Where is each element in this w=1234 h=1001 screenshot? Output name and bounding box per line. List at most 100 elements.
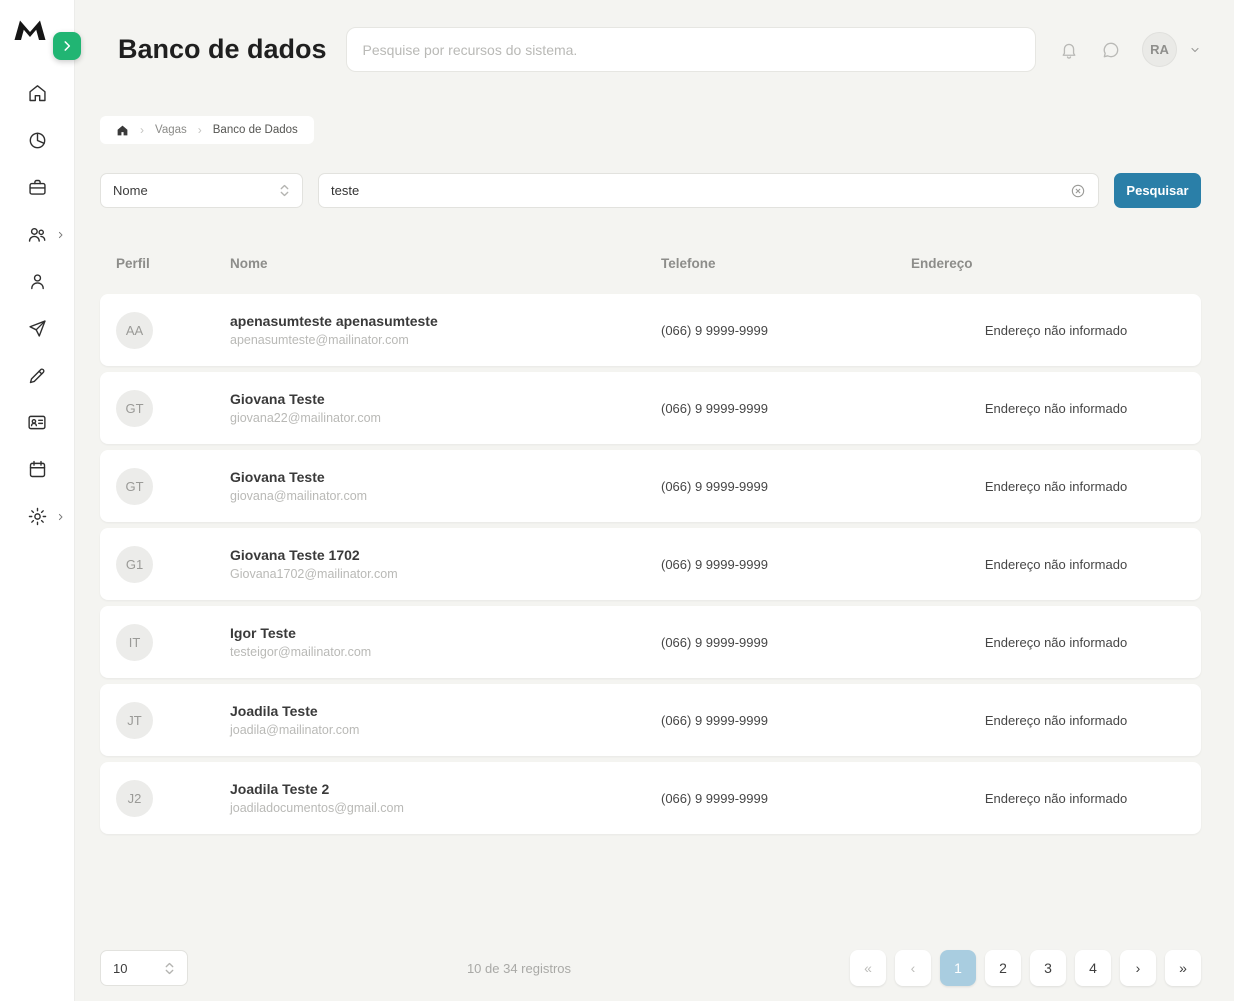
- pagination-page-1[interactable]: 1: [940, 950, 976, 986]
- home-icon: [27, 83, 48, 104]
- profile-cell: GT: [100, 468, 230, 505]
- calendar-icon: [27, 459, 48, 480]
- global-search: [346, 27, 1036, 72]
- header-actions: RA: [1052, 32, 1201, 67]
- name-cell: Giovana Teste giovana@mailinator.com: [230, 469, 661, 503]
- candidate-name: apenasumteste apenasumteste: [230, 313, 661, 329]
- profile-cell: AA: [100, 312, 230, 349]
- sidebar-item-settings[interactable]: [0, 493, 74, 540]
- circle-x-icon: [1070, 183, 1086, 199]
- sidebar-item-contacts[interactable]: [0, 399, 74, 446]
- name-cell: Giovana Teste giovana22@mailinator.com: [230, 391, 661, 425]
- pagination-next-button[interactable]: ›: [1120, 950, 1156, 986]
- search-button[interactable]: Pesquisar: [1114, 173, 1201, 208]
- page-size-value: 10: [113, 961, 127, 976]
- column-header-nome: Nome: [230, 256, 661, 271]
- pagination-prev-button[interactable]: ‹: [895, 950, 931, 986]
- table-row[interactable]: AA apenasumteste apenasumteste apenasumt…: [100, 294, 1201, 366]
- user-icon: [27, 271, 48, 292]
- candidate-name: Joadila Teste: [230, 703, 661, 719]
- pagination-page-2[interactable]: 2: [985, 950, 1021, 986]
- candidate-name: Joadila Teste 2: [230, 781, 661, 797]
- table-row[interactable]: G1 Giovana Teste 1702 Giovana1702@mailin…: [100, 528, 1201, 600]
- send-icon: [27, 318, 48, 339]
- pagination-page-4[interactable]: 4: [1075, 950, 1111, 986]
- profile-cell: J2: [100, 780, 230, 817]
- candidate-list: AA apenasumteste apenasumteste apenasumt…: [100, 294, 1201, 840]
- profile-cell: G1: [100, 546, 230, 583]
- chevron-right-icon: [56, 512, 65, 521]
- sidebar-item-dashboard[interactable]: [0, 117, 74, 164]
- sidebar-item-communications[interactable]: [0, 305, 74, 352]
- name-cell: apenasumteste apenasumteste apenasumtest…: [230, 313, 661, 347]
- candidate-email: giovana22@mailinator.com: [230, 411, 661, 425]
- page-size-select[interactable]: 10: [100, 950, 188, 986]
- user-avatar[interactable]: RA: [1142, 32, 1177, 67]
- chat-bubble-icon: [1101, 40, 1121, 60]
- candidate-avatar: GT: [116, 468, 153, 505]
- candidate-email: Giovana1702@mailinator.com: [230, 567, 661, 581]
- app-logo: [12, 18, 48, 48]
- candidate-address: Endereço não informado: [911, 713, 1201, 728]
- table-row[interactable]: JT Joadila Teste joadila@mailinator.com …: [100, 684, 1201, 756]
- breadcrumb: › Vagas › Banco de Dados: [100, 116, 314, 144]
- pagination-page-3[interactable]: 3: [1030, 950, 1066, 986]
- candidate-address: Endereço não informado: [911, 479, 1201, 494]
- records-count: 10 de 34 registros: [188, 961, 850, 976]
- name-cell: Joadila Teste 2 joadiladocumentos@gmail.…: [230, 781, 661, 815]
- filter-row: Nome Pesquisar: [100, 173, 1201, 208]
- page-title: Banco de dados: [118, 34, 327, 65]
- table-row[interactable]: GT Giovana Teste giovana22@mailinator.co…: [100, 372, 1201, 444]
- candidate-address: Endereço não informado: [911, 401, 1201, 416]
- sidebar-expand-button[interactable]: [53, 32, 81, 60]
- breadcrumb-separator: ›: [198, 123, 202, 137]
- pagination-first-button[interactable]: «: [850, 950, 886, 986]
- table-row[interactable]: IT Igor Teste testeigor@mailinator.com (…: [100, 606, 1201, 678]
- sidebar-item-calendar[interactable]: [0, 446, 74, 493]
- select-stepper-icon: [279, 183, 290, 198]
- global-search-input[interactable]: [363, 42, 1019, 58]
- pagination-last-button[interactable]: »: [1165, 950, 1201, 986]
- candidate-name: Giovana Teste 1702: [230, 547, 661, 563]
- briefcase-icon: [27, 177, 48, 198]
- breadcrumb-separator: ›: [140, 123, 144, 137]
- name-cell: Giovana Teste 1702 Giovana1702@mailinato…: [230, 547, 661, 581]
- sidebar-item-candidates[interactable]: [0, 211, 74, 258]
- table-header: Perfil Nome Telefone Endereço: [100, 256, 1201, 271]
- notifications-button[interactable]: [1052, 33, 1086, 67]
- column-header-perfil: Perfil: [100, 256, 230, 271]
- chevron-down-icon[interactable]: [1189, 44, 1201, 56]
- clear-search-button[interactable]: [1070, 183, 1086, 199]
- sidebar-item-evaluations[interactable]: [0, 352, 74, 399]
- candidate-phone: (066) 9 9999-9999: [661, 635, 911, 650]
- candidate-address: Endereço não informado: [911, 323, 1201, 338]
- sidebar-nav: [0, 70, 74, 540]
- column-header-endereco: Endereço: [911, 256, 1201, 271]
- sidebar-item-profile[interactable]: [0, 258, 74, 305]
- candidate-email: joadiladocumentos@gmail.com: [230, 801, 661, 815]
- sidebar-item-home[interactable]: [0, 70, 74, 117]
- candidate-address: Endereço não informado: [911, 791, 1201, 806]
- breadcrumb-item-vagas[interactable]: Vagas: [155, 124, 187, 136]
- list-footer: 10 10 de 34 registros « ‹ 1 2 3 4 › »: [100, 950, 1201, 1001]
- candidate-name: Giovana Teste: [230, 391, 661, 407]
- candidate-phone: (066) 9 9999-9999: [661, 479, 911, 494]
- candidate-avatar: J2: [116, 780, 153, 817]
- table-row[interactable]: J2 Joadila Teste 2 joadiladocumentos@gma…: [100, 762, 1201, 834]
- candidate-name: Igor Teste: [230, 625, 661, 641]
- filter-search-field: [318, 173, 1099, 208]
- candidate-phone: (066) 9 9999-9999: [661, 791, 911, 806]
- pie-chart-icon: [27, 130, 48, 151]
- candidate-avatar: JT: [116, 702, 153, 739]
- home-icon[interactable]: [116, 124, 129, 137]
- profile-cell: IT: [100, 624, 230, 661]
- candidate-avatar: G1: [116, 546, 153, 583]
- candidate-phone: (066) 9 9999-9999: [661, 713, 911, 728]
- sidebar-item-jobs[interactable]: [0, 164, 74, 211]
- chat-button[interactable]: [1094, 33, 1128, 67]
- id-card-icon: [26, 412, 48, 433]
- filter-field-select[interactable]: Nome: [100, 173, 303, 208]
- filter-search-input[interactable]: [331, 183, 1070, 198]
- profile-cell: GT: [100, 390, 230, 427]
- table-row[interactable]: GT Giovana Teste giovana@mailinator.com …: [100, 450, 1201, 522]
